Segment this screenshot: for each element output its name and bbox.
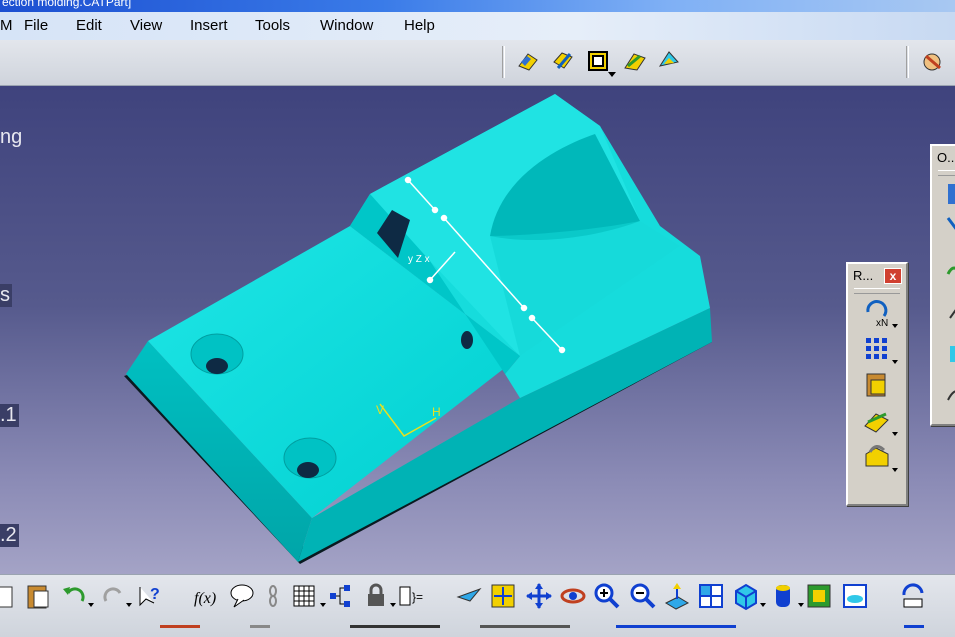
whats-this-icon[interactable]: ? xyxy=(134,581,164,611)
fit-all-icon[interactable] xyxy=(488,581,518,611)
floating-toolbar-r[interactable]: R... x xN xyxy=(846,262,908,506)
3d-viewport[interactable]: ng s .1 .2 V H y Z x R... x xN O.. xyxy=(0,86,955,574)
menu-view[interactable]: View xyxy=(130,17,162,34)
chevron-down-icon[interactable] xyxy=(390,603,396,607)
toolbar-row2-icon[interactable] xyxy=(350,625,440,637)
swap-visible-space-icon[interactable] xyxy=(840,581,870,611)
zoom-in-icon[interactable] xyxy=(592,581,622,611)
rotate-xn-button[interactable]: xN xyxy=(860,296,898,330)
surface-analysis-icon[interactable] xyxy=(656,48,682,74)
scaling-button[interactable] xyxy=(860,440,898,474)
menu-insert[interactable]: Insert xyxy=(190,17,228,34)
chevron-down-icon[interactable] xyxy=(608,72,616,77)
bottom-toolbar: ? f(x) }= xyxy=(0,574,955,637)
toolbar-separator xyxy=(906,46,909,78)
chevron-down-icon[interactable] xyxy=(892,468,898,472)
comment-icon[interactable] xyxy=(228,581,258,611)
floating-toolbar-title-text: O... xyxy=(937,150,955,165)
top-toolbar xyxy=(0,40,955,86)
fly-mode-icon[interactable] xyxy=(454,581,484,611)
window-title: ection molding.CATPart] xyxy=(2,0,132,9)
axis-xyz-label: y Z x xyxy=(408,254,430,265)
clipboard-icon xyxy=(866,373,886,397)
hierarchy-icon[interactable] xyxy=(326,581,356,611)
pattern-button[interactable] xyxy=(860,332,898,366)
toolbar-separator xyxy=(502,46,505,78)
sketch-square-icon[interactable] xyxy=(585,48,611,74)
chevron-down-icon[interactable] xyxy=(892,360,898,364)
chevron-down-icon[interactable] xyxy=(88,603,94,607)
update-icon[interactable] xyxy=(898,581,928,611)
pocket-icon[interactable] xyxy=(550,48,576,74)
draft-analysis-icon[interactable] xyxy=(622,48,648,74)
menu-bar: M File Edit View Insert Tools Window Hel… xyxy=(0,12,955,40)
menu-help[interactable]: Help xyxy=(404,17,435,34)
paste-icon[interactable] xyxy=(24,581,54,611)
lock-icon[interactable] xyxy=(362,581,392,611)
knowledge-advisor-icon[interactable] xyxy=(920,48,946,74)
axis-h-label: H xyxy=(432,405,441,419)
formula-icon[interactable]: f(x) xyxy=(192,581,222,611)
table-icon[interactable] xyxy=(290,581,320,611)
mirror-icon xyxy=(864,412,889,433)
chevron-down-icon[interactable] xyxy=(892,324,898,328)
undo-icon[interactable] xyxy=(60,581,90,611)
toolbar-row2-icon[interactable] xyxy=(480,625,570,637)
floating-toolbar-title[interactable]: O... xyxy=(932,146,955,168)
floating-toolbar-title-text: R... xyxy=(853,268,874,283)
menu-window[interactable]: Window xyxy=(320,17,373,34)
close-icon[interactable]: x xyxy=(884,268,902,284)
svg-text:xN: xN xyxy=(876,318,888,329)
shading-icon[interactable] xyxy=(768,581,798,611)
pan-icon[interactable] xyxy=(524,581,554,611)
svg-text:?: ? xyxy=(150,586,160,603)
redo-icon[interactable] xyxy=(98,581,128,611)
menu-start[interactable]: M xyxy=(0,17,13,34)
link-icon[interactable] xyxy=(262,581,292,611)
toolbar-grip[interactable] xyxy=(938,170,955,176)
menu-tools[interactable]: Tools xyxy=(255,17,290,34)
svg-text:}=: }= xyxy=(412,590,423,604)
rotate-icon[interactable] xyxy=(558,581,588,611)
iso-view-icon[interactable] xyxy=(730,581,760,611)
multi-view-icon[interactable] xyxy=(696,581,726,611)
chevron-down-icon[interactable] xyxy=(892,432,898,436)
rotate-xn-icon: xN xyxy=(866,300,888,329)
mirror-button[interactable] xyxy=(860,404,898,438)
floating-toolbar-title[interactable]: R... x xyxy=(848,264,906,286)
window-title-bar: ection molding.CATPart] xyxy=(0,0,955,12)
floating-toolbar-o[interactable]: O... xyxy=(930,144,955,426)
menu-edit[interactable]: Edit xyxy=(76,17,102,34)
part-model[interactable]: V H y Z x xyxy=(0,86,955,574)
paste-special-button[interactable] xyxy=(860,368,894,402)
rectangular-pattern-icon xyxy=(866,338,887,359)
svg-text:f(x): f(x) xyxy=(194,590,216,607)
zoom-out-icon[interactable] xyxy=(628,581,658,611)
chevron-down-icon[interactable] xyxy=(126,603,132,607)
toolbar-icons-partial[interactable] xyxy=(946,178,955,408)
chevron-down-icon[interactable] xyxy=(760,603,766,607)
scaling-icon xyxy=(865,445,889,467)
rule-icon[interactable]: }= xyxy=(398,581,428,611)
toolbar-row2-icon[interactable] xyxy=(904,625,924,637)
toolbar-row2-icon[interactable] xyxy=(616,625,736,637)
hide-show-icon[interactable] xyxy=(804,581,834,611)
pad-icon[interactable] xyxy=(515,48,541,74)
menu-file[interactable]: File xyxy=(24,17,48,34)
toolbar-row2-icon[interactable] xyxy=(160,625,200,637)
toolbar-grip[interactable] xyxy=(854,288,900,294)
axis-v-label: V xyxy=(376,403,384,417)
normal-view-icon[interactable] xyxy=(662,581,692,611)
toolbar-row2-icon[interactable] xyxy=(250,625,270,637)
